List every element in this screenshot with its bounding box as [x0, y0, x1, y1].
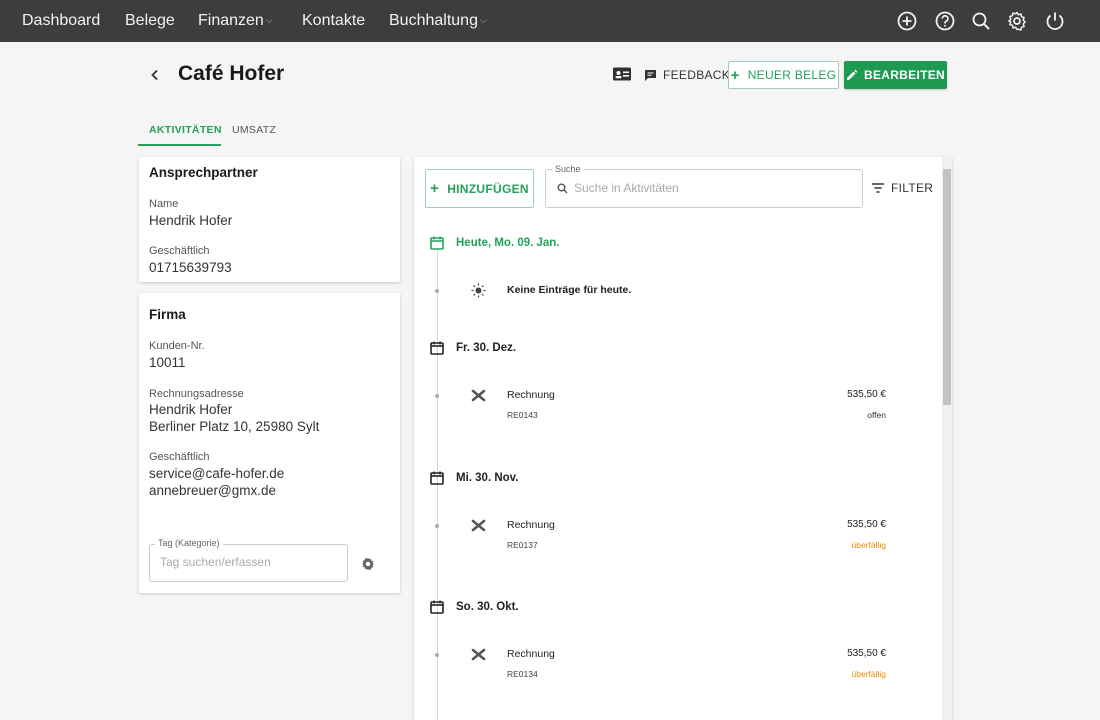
- nav-buchhaltung[interactable]: Buchhaltung ⌵: [389, 12, 487, 30]
- invoice-x-icon: [471, 388, 486, 403]
- tab-aktivitaeten[interactable]: AKTIVITÄTEN: [149, 124, 222, 136]
- entry-number: RE0137: [507, 540, 538, 550]
- nav-finanzen[interactable]: Finanzen ⌵: [198, 12, 273, 30]
- tag-input[interactable]: [160, 555, 340, 569]
- entry-status: überfällig: [851, 540, 887, 550]
- feedback-icon: [645, 69, 656, 81]
- email-label: Geschäftlich: [149, 451, 210, 463]
- email-2[interactable]: annebreuer@gmx.de: [149, 482, 276, 499]
- email-1[interactable]: service@cafe-hofer.de: [149, 465, 284, 482]
- nav-dashboard[interactable]: Dashboard: [22, 12, 100, 30]
- calendar-icon: [430, 236, 444, 250]
- rechnungsadresse-label: Rechnungsadresse: [149, 388, 244, 400]
- feedback-button[interactable]: FEEDBACK: [644, 62, 730, 88]
- firma-title: Firma: [149, 307, 186, 322]
- invoice-x-icon: [471, 518, 486, 533]
- active-tab-indicator: [138, 144, 221, 146]
- bearbeiten-button[interactable]: BEARBEITEN: [844, 61, 947, 89]
- date-header-today: Heute, Mo. 09. Jan.: [430, 236, 560, 250]
- calendar-icon: [430, 471, 444, 485]
- scrollbar-thumb[interactable]: [943, 169, 951, 405]
- activities-search-box: [545, 169, 863, 208]
- ansprechpartner-card: Ansprechpartner Name Hendrik Hofer Gesch…: [139, 157, 400, 282]
- entry-status: überfällig: [851, 669, 887, 679]
- neuer-beleg-label: NEUER BELEG: [747, 68, 837, 82]
- timeline-dot: [435, 524, 439, 528]
- search-icon[interactable]: [970, 10, 992, 32]
- filter-button[interactable]: FILTER: [872, 181, 933, 195]
- date-text: Fr. 30. Dez.: [456, 342, 517, 354]
- add-circle-icon[interactable]: [896, 10, 918, 32]
- tab-umsatz[interactable]: UMSATZ: [232, 124, 276, 136]
- activities-panel: + HINZUFÜGEN Suche FILTER Heute, Mo. 09.…: [414, 157, 952, 720]
- entry-title[interactable]: Rechnung: [507, 648, 555, 660]
- entry-status: offen: [867, 410, 886, 420]
- date-header: Fr. 30. Dez.: [430, 341, 516, 355]
- feedback-label: FEEDBACK: [663, 68, 731, 82]
- nav-buchhaltung-label: Buchhaltung: [389, 12, 478, 29]
- gear-icon[interactable]: [1006, 10, 1028, 32]
- search-field-label: Suche: [552, 164, 584, 174]
- name-value: Hendrik Hofer: [149, 213, 233, 228]
- contact-card-icon[interactable]: [612, 66, 632, 82]
- search-icon: [557, 183, 568, 194]
- power-icon[interactable]: [1044, 10, 1066, 32]
- gear-icon[interactable]: [360, 556, 376, 572]
- calendar-icon: [430, 600, 444, 614]
- entry-amount: 535,50 €: [847, 519, 886, 530]
- invoice-x-icon: [471, 647, 486, 662]
- tag-field: [149, 544, 348, 582]
- nav-kontakte[interactable]: Kontakte: [302, 12, 365, 30]
- nav-finanzen-label: Finanzen: [198, 12, 264, 29]
- help-icon[interactable]: [934, 10, 956, 32]
- entry-title[interactable]: Rechnung: [507, 389, 555, 401]
- bearbeiten-label: BEARBEITEN: [863, 68, 945, 82]
- plus-icon: +: [730, 66, 740, 84]
- adresse-line-1: Hendrik Hofer: [149, 402, 233, 417]
- entry-number: RE0134: [507, 669, 538, 679]
- date-text: So. 30. Okt.: [456, 601, 519, 613]
- ansprechpartner-title: Ansprechpartner: [149, 165, 258, 180]
- activities-search-input[interactable]: [574, 181, 844, 195]
- sun-icon: [471, 283, 486, 298]
- entry-number: RE0143: [507, 410, 538, 420]
- hinzufuegen-label: HINZUFÜGEN: [447, 181, 529, 196]
- firma-card: Firma Kunden-Nr. 10011 Rechnungsadresse …: [139, 293, 400, 593]
- timeline-dot: [435, 289, 439, 293]
- kunden-nr-value: 10011: [149, 355, 186, 370]
- adresse-line-2: Berliner Platz 10, 25980 Sylt: [149, 419, 320, 434]
- plus-icon: +: [430, 180, 440, 197]
- name-label: Name: [149, 198, 179, 210]
- hinzufuegen-button[interactable]: + HINZUFÜGEN: [425, 169, 534, 208]
- tag-field-label: Tag (Kategorie): [155, 538, 223, 548]
- empty-day-text: Keine Einträge für heute.: [507, 284, 632, 296]
- page-title: Café Hofer: [178, 62, 285, 85]
- filter-icon: [872, 183, 884, 193]
- entry-amount: 535,50 €: [847, 648, 886, 659]
- timeline-dot: [435, 394, 439, 398]
- entry-title[interactable]: Rechnung: [507, 519, 555, 531]
- chevron-down-icon: ⌵: [265, 15, 273, 26]
- phone-value[interactable]: 01715639793: [149, 259, 232, 276]
- top-navigation: Dashboard Belege Finanzen ⌵ Kontakte Buch…: [0, 0, 1100, 42]
- nav-belege[interactable]: Belege: [125, 12, 175, 30]
- pencil-icon: [846, 69, 858, 80]
- entry-amount: 535,50 €: [847, 389, 886, 400]
- back-arrow-icon[interactable]: [146, 66, 164, 84]
- phone-label: Geschäftlich: [149, 245, 210, 257]
- date-text: Mi. 30. Nov.: [456, 472, 519, 484]
- scrollbar-track[interactable]: [942, 157, 952, 720]
- date-text: Heute, Mo. 09. Jan.: [456, 237, 560, 249]
- neuer-beleg-button[interactable]: + NEUER BELEG: [728, 61, 839, 89]
- calendar-icon: [430, 341, 444, 355]
- date-header: Mi. 30. Nov.: [430, 471, 518, 485]
- date-header: So. 30. Okt.: [430, 600, 519, 614]
- kunden-nr-label: Kunden-Nr.: [149, 340, 205, 352]
- timeline-dot: [435, 653, 439, 657]
- filter-label: FILTER: [891, 181, 934, 195]
- chevron-down-icon: ⌵: [479, 15, 487, 26]
